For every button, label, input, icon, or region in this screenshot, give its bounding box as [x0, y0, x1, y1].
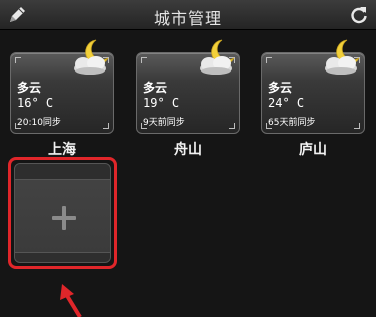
city-name: 舟山	[174, 142, 202, 158]
temperature: 16° C	[17, 96, 54, 110]
moon-cloud-icon	[68, 38, 116, 78]
refresh-icon[interactable]	[348, 4, 370, 26]
frame-corner	[266, 57, 272, 63]
highlight-box	[8, 157, 117, 269]
frame-corner	[15, 57, 21, 63]
weather-condition: 多云	[268, 81, 293, 95]
temperature: 19° C	[143, 96, 180, 110]
sync-time: 65天前同步	[268, 118, 316, 128]
add-city-button[interactable]	[14, 163, 111, 263]
weather-condition: 多云	[143, 81, 168, 95]
card-top-band	[15, 164, 110, 180]
frame-corner	[229, 123, 235, 129]
arrow-icon	[48, 280, 88, 317]
city-name: 上海	[48, 142, 76, 158]
frame-corner	[103, 123, 109, 129]
sync-time: 20:10同步	[17, 118, 61, 128]
moon-cloud-icon	[194, 38, 242, 78]
city-name: 庐山	[299, 142, 327, 158]
page-title: 城市管理	[153, 9, 222, 28]
card-bottom-band	[15, 252, 110, 262]
moon-cloud-icon	[319, 38, 367, 78]
temperature: 24° C	[268, 96, 305, 110]
sync-time: 9天前同步	[143, 118, 185, 128]
weather-condition: 多云	[17, 81, 42, 95]
frame-corner	[354, 123, 360, 129]
frame-corner	[141, 57, 147, 63]
top-bar: 城市管理	[0, 0, 376, 30]
